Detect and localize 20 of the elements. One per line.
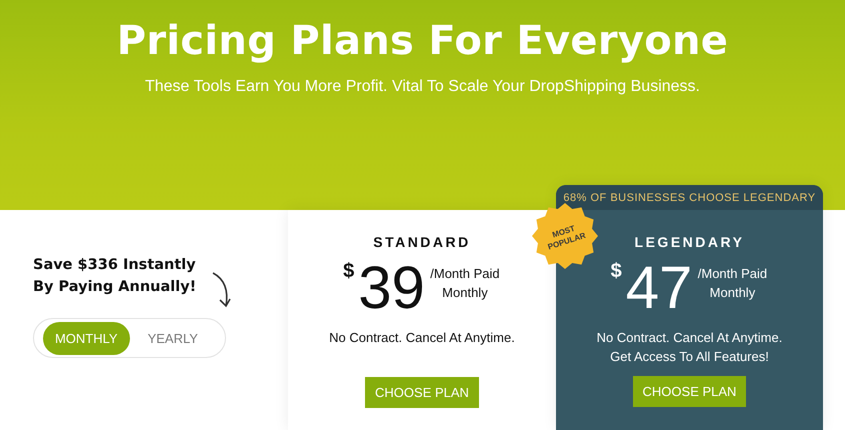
savings-headline: Save $336 Instantly By Paying Annually! [33,256,198,297]
currency-symbol: $ [610,260,622,283]
price-period: /Month Paid Monthly [696,265,768,302]
choose-plan-button[interactable]: CHOOSE PLAN [632,376,746,407]
billing-option[interactable]: YEARLY [130,322,216,354]
currency-symbol: $ [343,260,354,283]
plan-price: 39 [358,258,425,318]
plan-name: STANDARD [373,234,471,250]
choose-plan-button[interactable]: CHOOSE PLAN [365,377,479,408]
price-period: /Month Paid Monthly [429,265,501,302]
plan-note: Get Access To All Features! [609,348,770,366]
curved-arrow-icon [210,270,232,310]
plan-note: No Contract. Cancel At Anytime. [596,329,782,347]
page-title: Pricing Plans For Everyone [116,18,728,64]
plan-price: 47 [626,258,692,318]
plan-note: No Contract. Cancel At Anytime. [329,329,515,347]
plan-banner: 68% OF BUSINESSES CHOOSE LEGENDARY [556,185,823,210]
page-subtitle: These Tools Earn You More Profit. Vital To Scale Your DropShipping Business. [144,78,700,96]
billing-option[interactable]: MONTHLY [43,322,130,354]
plan-name: LEGENDARY [634,234,744,250]
